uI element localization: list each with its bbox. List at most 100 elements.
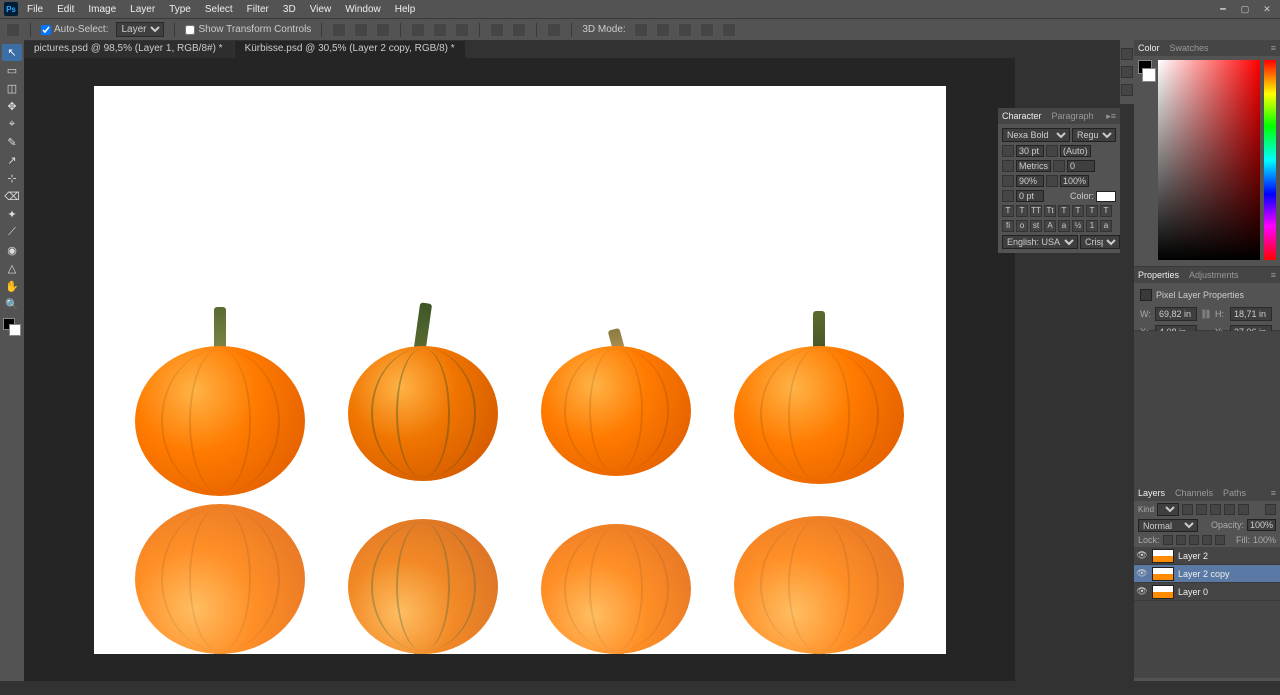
panel-menu-icon[interactable]: ≡ (1271, 270, 1276, 280)
auto-select-target[interactable]: Layer (116, 22, 164, 37)
align-left-icon[interactable] (332, 23, 346, 37)
font-family-select[interactable]: Nexa Bold (1002, 128, 1070, 142)
foreground-background-swatch[interactable] (3, 318, 21, 336)
menu-filter[interactable]: Filter (240, 2, 276, 17)
distribute-spacing-icon[interactable] (547, 23, 561, 37)
menu-edit[interactable]: Edit (50, 2, 81, 17)
show-transform-checkbox[interactable]: Show Transform Controls (185, 24, 311, 35)
filter-toggle-icon[interactable] (1265, 504, 1276, 515)
lock-transparency-icon[interactable] (1163, 535, 1173, 545)
italic-button[interactable]: T (1016, 205, 1028, 217)
tool-6[interactable]: ↗ (2, 152, 22, 169)
align-center-v-icon[interactable] (433, 23, 447, 37)
tool-2[interactable]: ◫ (2, 80, 22, 97)
tab-properties[interactable]: Properties (1138, 270, 1179, 280)
menu-3d[interactable]: 3D (276, 2, 303, 17)
tool-12[interactable]: △ (2, 260, 22, 277)
tool-9[interactable]: ✦ (2, 206, 22, 223)
layer-name[interactable]: Layer 0 (1178, 587, 1208, 597)
3d-roll-icon[interactable] (656, 23, 670, 37)
layer-thumbnail[interactable] (1152, 585, 1174, 599)
filter-adjustment-icon[interactable] (1196, 504, 1207, 515)
layer-name[interactable]: Layer 2 (1178, 551, 1208, 561)
visibility-toggle-icon[interactable]: 👁 (1136, 550, 1148, 562)
align-top-icon[interactable] (411, 23, 425, 37)
stylistic-button[interactable]: a (1058, 220, 1070, 232)
fraction-button[interactable]: ½ (1072, 220, 1084, 232)
link-wh-icon[interactable]: ⛓ (1200, 309, 1212, 320)
tool-7[interactable]: ⊹ (2, 170, 22, 187)
tab-layers[interactable]: Layers (1138, 488, 1165, 498)
menu-view[interactable]: View (303, 2, 339, 17)
visibility-toggle-icon[interactable]: 👁 (1136, 586, 1148, 598)
tracking-input[interactable]: 0 (1067, 160, 1095, 172)
layer-row[interactable]: 👁 Layer 2 copy (1134, 565, 1280, 583)
kerning-select[interactable]: Metrics (1016, 160, 1051, 172)
3d-pan-icon[interactable] (678, 23, 692, 37)
align-right-icon[interactable] (376, 23, 390, 37)
auto-select-checkbox[interactable]: Auto-Select: (41, 24, 108, 35)
tool-3[interactable]: ✥ (2, 98, 22, 115)
minimize-icon[interactable]: ━ (1214, 2, 1232, 17)
3d-orbit-icon[interactable] (634, 23, 648, 37)
layer-filter-select[interactable] (1157, 503, 1179, 516)
antialias-select[interactable]: Crisp (1080, 235, 1120, 249)
layer-name[interactable]: Layer 2 copy (1178, 569, 1230, 579)
tab-paragraph[interactable]: Paragraph (1052, 111, 1094, 121)
subscript-button[interactable]: T (1072, 205, 1084, 217)
distribute-h-icon[interactable] (490, 23, 504, 37)
hue-slider[interactable] (1264, 60, 1276, 260)
visibility-toggle-icon[interactable]: 👁 (1136, 568, 1148, 580)
lock-position-icon[interactable] (1189, 535, 1199, 545)
font-size-input[interactable]: 30 pt (1016, 145, 1044, 157)
3d-slide-icon[interactable] (700, 23, 714, 37)
align-bottom-icon[interactable] (455, 23, 469, 37)
tab-paths[interactable]: Paths (1223, 488, 1246, 498)
maximize-icon[interactable]: ▢ (1236, 2, 1254, 17)
color-swatches-mini[interactable] (1138, 60, 1154, 262)
close-icon[interactable]: ✕ (1258, 2, 1276, 17)
filter-shape-icon[interactable] (1224, 504, 1235, 515)
tool-8[interactable]: ⌫ (2, 188, 22, 205)
fill-input[interactable]: 100% (1253, 535, 1276, 545)
tool-11[interactable]: ◉ (2, 242, 22, 259)
align-center-h-icon[interactable] (354, 23, 368, 37)
canvas-area[interactable] (24, 58, 1015, 681)
leading-input[interactable]: (Auto) (1060, 145, 1091, 157)
expand-panel-icon[interactable] (1121, 48, 1133, 60)
menu-layer[interactable]: Layer (123, 2, 162, 17)
opacity-input[interactable]: 100% (1247, 519, 1276, 531)
font-style-select[interactable]: Regular (1072, 128, 1116, 142)
underline-button[interactable]: T (1086, 205, 1098, 217)
filter-type-icon[interactable] (1210, 504, 1221, 515)
caps-button[interactable]: TT (1030, 205, 1042, 217)
tool-10[interactable]: ⟋ (2, 224, 22, 241)
color-picker-field[interactable] (1158, 60, 1260, 260)
lock-pixels-icon[interactable] (1176, 535, 1186, 545)
ordinal-button[interactable]: o (1016, 220, 1028, 232)
hscale-input[interactable]: 100% (1060, 175, 1089, 187)
menu-select[interactable]: Select (198, 2, 240, 17)
lock-all-icon[interactable] (1215, 535, 1225, 545)
strike-button[interactable]: T (1100, 205, 1112, 217)
swash-button[interactable]: st (1030, 220, 1042, 232)
blend-mode-select[interactable]: Normal (1138, 519, 1198, 532)
tab-adjustments[interactable]: Adjustments (1189, 270, 1239, 280)
tab-color[interactable]: Color (1138, 43, 1160, 53)
panel-menu-icon[interactable]: ≡ (1271, 488, 1276, 498)
tabular-button[interactable]: 1 (1086, 220, 1098, 232)
ligature-button[interactable]: fi (1002, 220, 1014, 232)
filter-pixel-icon[interactable] (1182, 504, 1193, 515)
smallcaps-button[interactable]: Tt (1044, 205, 1056, 217)
discretionary-button[interactable]: a (1100, 220, 1112, 232)
width-input[interactable]: 69,82 in (1155, 307, 1197, 321)
vscale-input[interactable]: 90% (1016, 175, 1044, 187)
panel-menu-icon[interactable]: ▸≡ (1106, 111, 1116, 122)
document-tab[interactable]: Kürbisse.psd @ 30,5% (Layer 2 copy, RGB/… (235, 41, 465, 58)
collapse-panel-icon[interactable] (1121, 66, 1133, 78)
document-canvas[interactable] (94, 86, 946, 654)
tab-channels[interactable]: Channels (1175, 488, 1213, 498)
layer-thumbnail[interactable] (1152, 549, 1174, 563)
swap-panel-icon[interactable] (1121, 84, 1133, 96)
tool-13[interactable]: ✋ (2, 278, 22, 295)
